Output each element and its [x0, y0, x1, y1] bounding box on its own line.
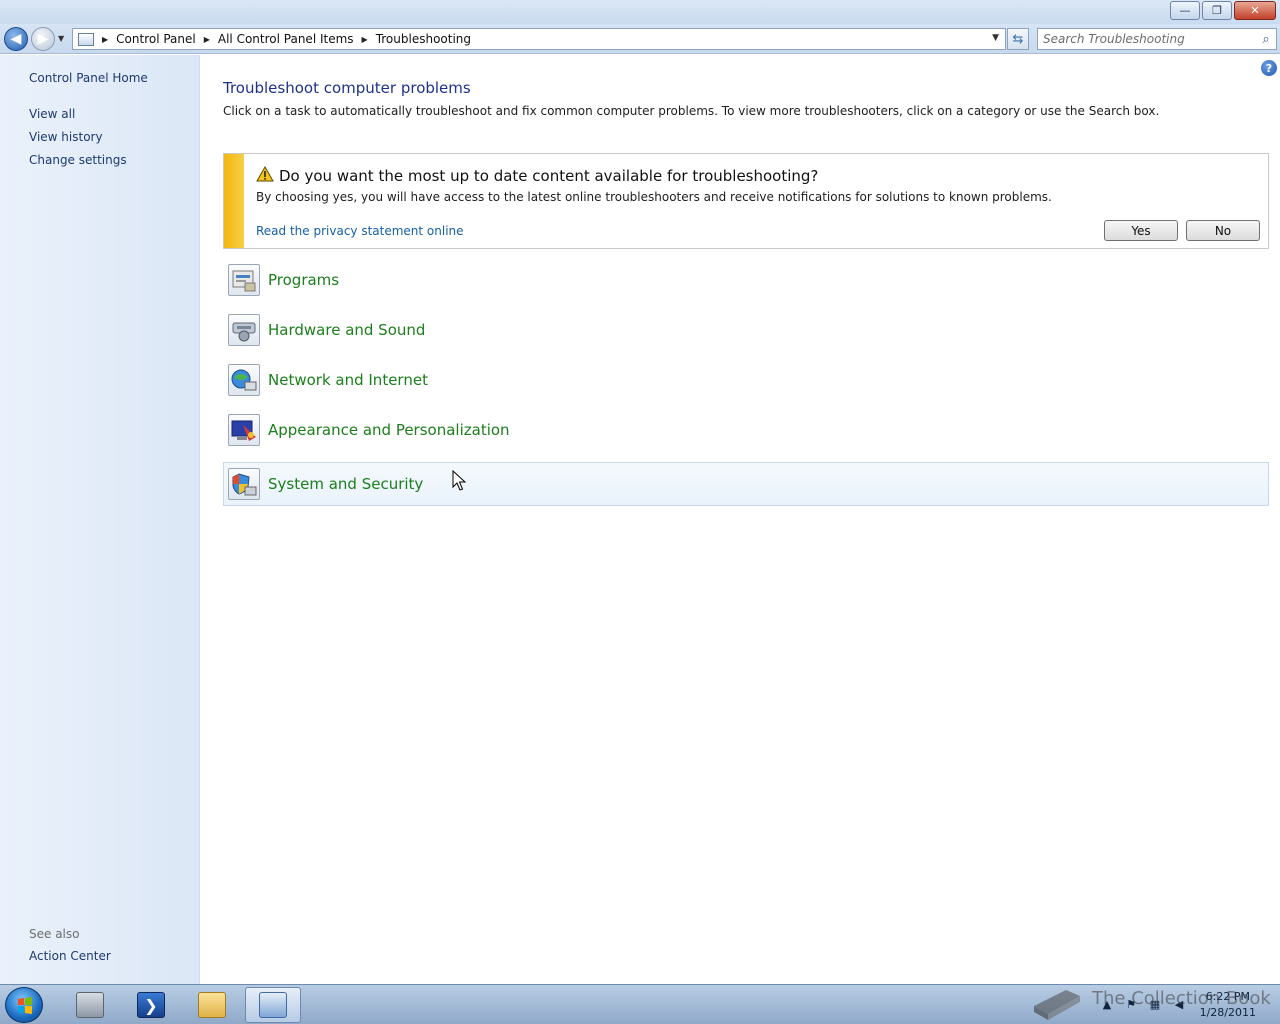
windows-logo-icon [18, 997, 32, 1014]
category-label: Hardware and Sound [268, 321, 426, 339]
privacy-statement-link[interactable]: Read the privacy statement online [256, 224, 464, 238]
taskbar-windows-explorer[interactable] [184, 987, 240, 1023]
yes-button[interactable]: Yes [1104, 220, 1178, 241]
page-title: Troubleshoot computer problems [223, 79, 471, 97]
category-hardware-and-sound[interactable]: Hardware and Sound [223, 308, 1269, 352]
folder-icon [198, 992, 226, 1018]
system-security-icon [228, 468, 260, 500]
navigation-bar: ◀ ▶ ▼ ▶ Control Panel ▶ All Control Pane… [0, 24, 1280, 54]
taskbar-control-panel[interactable] [245, 987, 301, 1023]
view-history-link[interactable]: View history [29, 130, 103, 144]
server-manager-icon [76, 992, 104, 1018]
control-panel-icon [259, 992, 287, 1018]
caption-buttons: — ❐ ✕ [1168, 1, 1276, 20]
breadcrumb-troubleshooting[interactable]: Troubleshooting [376, 32, 471, 46]
control-panel-icon [78, 32, 94, 46]
main-content: ? Troubleshoot computer problems Click o… [201, 55, 1280, 984]
category-network-and-internet[interactable]: Network and Internet [223, 358, 1269, 402]
view-all-link[interactable]: View all [29, 107, 75, 121]
infobar-stripe [224, 154, 244, 248]
title-bar: — ❐ ✕ [0, 0, 1280, 24]
back-button[interactable]: ◀ [4, 27, 28, 51]
refresh-button[interactable]: ⇆ [1007, 28, 1029, 50]
back-arrow-icon: ◀ [10, 31, 22, 47]
chevron-right-icon[interactable]: ▶ [204, 35, 210, 44]
category-programs[interactable]: Programs [223, 258, 1269, 302]
category-system-and-security[interactable]: System and Security [223, 462, 1269, 506]
watermark: The Collection Book [1030, 976, 1271, 1022]
change-settings-link[interactable]: Change settings [29, 153, 127, 167]
see-also-label: See also [29, 927, 80, 941]
category-label: System and Security [268, 475, 424, 493]
update-content-infobar: Do you want the most up to date content … [223, 153, 1269, 249]
start-button[interactable] [5, 987, 43, 1023]
search-input[interactable] [1038, 30, 1256, 48]
search-icon[interactable]: ⌕ [1256, 32, 1276, 47]
recent-pages-dropdown[interactable]: ▼ [58, 34, 64, 43]
taskbar-server-manager[interactable] [62, 987, 118, 1023]
network-internet-icon [228, 364, 260, 396]
address-dropdown-icon[interactable]: ▼ [992, 33, 999, 43]
action-center-link[interactable]: Action Center [29, 949, 111, 963]
appearance-personalization-icon [228, 414, 260, 446]
infobar-title: Do you want the most up to date content … [279, 167, 819, 185]
restore-button[interactable]: ❐ [1202, 1, 1232, 20]
chevron-right-icon[interactable]: ▶ [362, 35, 368, 44]
address-bar[interactable]: ▶ Control Panel ▶ All Control Panel Item… [72, 28, 1006, 50]
book-icon [1034, 990, 1080, 1020]
category-label: Programs [268, 271, 340, 289]
category-label: Network and Internet [268, 371, 428, 389]
minimize-button[interactable]: — [1170, 1, 1200, 20]
mouse-cursor-icon [452, 469, 467, 495]
programs-icon [228, 264, 260, 296]
refresh-icon: ⇆ [1012, 31, 1024, 47]
forward-button[interactable]: ▶ [31, 27, 55, 51]
control-panel-home-link[interactable]: Control Panel Home [29, 71, 148, 85]
category-label: Appearance and Personalization [268, 421, 510, 439]
page-description: Click on a task to automatically trouble… [223, 104, 1160, 118]
close-button[interactable]: ✕ [1234, 1, 1276, 20]
no-button[interactable]: No [1186, 220, 1260, 241]
left-pane: Control Panel Home View all View history… [0, 55, 200, 984]
forward-arrow-icon: ▶ [37, 31, 49, 47]
category-appearance-and-personalization[interactable]: Appearance and Personalization [223, 408, 1269, 452]
search-box: ⌕ [1037, 28, 1277, 50]
chevron-right-icon[interactable]: ▶ [102, 35, 108, 44]
breadcrumb-all-control-panel-items[interactable]: All Control Panel Items [218, 32, 354, 46]
powershell-icon: ❯ [137, 992, 165, 1018]
breadcrumb-control-panel[interactable]: Control Panel [116, 32, 196, 46]
taskbar-powershell[interactable]: ❯ [123, 987, 179, 1023]
help-icon[interactable]: ? [1261, 60, 1277, 76]
watermark-text: The Collection Book [1092, 988, 1271, 1009]
infobar-text: By choosing yes, you will have access to… [256, 190, 1052, 204]
hardware-sound-icon [228, 314, 260, 346]
